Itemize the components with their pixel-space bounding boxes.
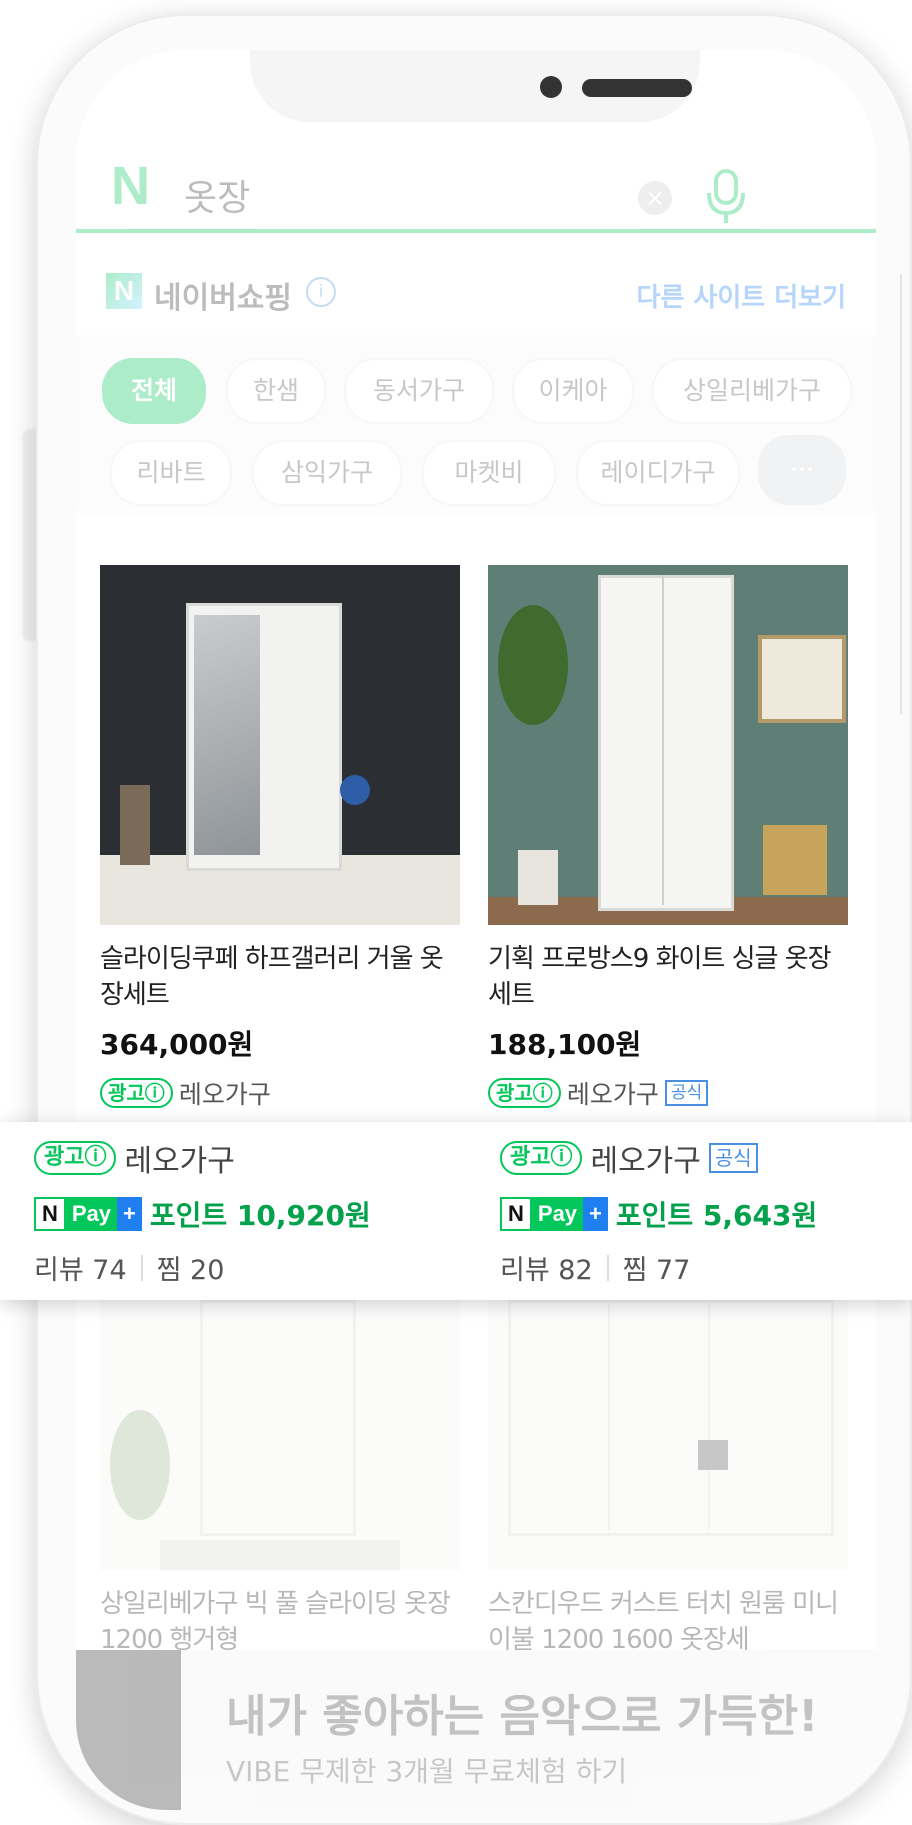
ad-badge[interactable]: 광고ⓘ [500, 1141, 583, 1175]
seller-line: 광고ⓘ 레오가구 공식 [488, 1075, 848, 1111]
product-card[interactable]: 기획 프로방스9 화이트 싱글 옷장세트 188,100원 광고ⓘ 레오가구 공… [488, 565, 848, 1111]
product-card[interactable]: 상일리베가구 빅 풀 슬라이딩 옷장 1200 행거형 [100, 1300, 460, 1658]
clear-icon[interactable]: × [638, 181, 672, 215]
product-image[interactable] [488, 1300, 848, 1570]
product-image[interactable] [488, 565, 848, 925]
official-badge: 공식 [708, 1143, 758, 1173]
seller-name[interactable]: 레오가구 [567, 1075, 659, 1111]
magnified-detail-band: 광고ⓘ 레오가구 N Pay + 포인트 10,920원 리뷰 74 찜 20 광고… [0, 1122, 912, 1300]
speaker-grille [582, 79, 692, 97]
npay-plus-icon: N Pay + [500, 1197, 608, 1231]
points-text: 포인트 5,643원 [615, 1199, 818, 1232]
search-bar[interactable]: N 옷장 × [76, 145, 876, 233]
phone-edge [900, 274, 912, 714]
seller-name[interactable]: 레오가구 [179, 1075, 271, 1111]
seller-name[interactable]: 레오가구 [590, 1136, 700, 1180]
brand-filter-chips: 전체 한샘 동서가구 이케아 상일리베가구 리바트 삼익가구 마켓비 레이디가구… [76, 335, 876, 515]
chip-all[interactable]: 전체 [102, 358, 206, 424]
zzim-count[interactable]: 찜 77 [623, 1248, 691, 1287]
chip-brand[interactable]: 동서가구 [344, 358, 494, 424]
seller-line: 광고ⓘ 레오가구 [100, 1075, 460, 1111]
naver-logo-icon[interactable]: N [111, 155, 150, 217]
microphone-icon[interactable] [706, 169, 746, 225]
bottom-banner-ad[interactable]: 내가 좋아하는 음악으로 가득한! VIBE 무제한 3개월 무료체험 하기 [76, 1650, 876, 1810]
chip-brand[interactable]: 상일리베가구 [652, 358, 852, 424]
chip-brand[interactable]: 한샘 [226, 358, 326, 424]
product-meta: 광고ⓘ 레오가구 공식 N Pay + 포인트 5,643원 리뷰 82 찜 77 [500, 1136, 817, 1287]
naver-shopping-header: N 네이버쇼핑 i 다른 사이트 더보기 [76, 235, 876, 335]
info-icon[interactable]: i [306, 277, 336, 307]
ad-headline[interactable]: 내가 좋아하는 음악으로 가득한! [226, 1680, 818, 1744]
product-meta: 광고ⓘ 레오가구 N Pay + 포인트 10,920원 리뷰 74 찜 20 [34, 1136, 371, 1287]
product-name[interactable]: 상일리베가구 빅 풀 슬라이딩 옷장 1200 행거형 [100, 1586, 460, 1658]
points-text: 포인트 10,920원 [149, 1199, 371, 1232]
review-count[interactable]: 리뷰 82 [500, 1248, 593, 1287]
phone-notch [250, 50, 700, 122]
zzim-count[interactable]: 찜 20 [157, 1248, 225, 1287]
seller-name[interactable]: 레오가구 [124, 1136, 234, 1180]
phone-screen: N 옷장 × N 네이버쇼핑 i 다른 사이트 더보기 전체 한샘 동서가구 이… [76, 50, 876, 1810]
ad-badge[interactable]: 광고ⓘ [34, 1141, 117, 1175]
review-stats: 리뷰 74 찜 20 [34, 1248, 371, 1287]
more-chips-button[interactable]: ··· [758, 435, 846, 505]
more-sites-link[interactable]: 다른 사이트 더보기 [637, 277, 846, 314]
npay-points: N Pay + 포인트 10,920원 [34, 1194, 371, 1234]
npay-plus-icon: N Pay + [34, 1197, 142, 1231]
ad-subtext[interactable]: VIBE 무제한 3개월 무료체험 하기 [226, 1750, 627, 1790]
product-price: 364,000원 [100, 1028, 254, 1061]
chip-brand[interactable]: 마켓비 [422, 440, 556, 506]
review-stats: 리뷰 82 찜 77 [500, 1248, 817, 1287]
product-image[interactable] [100, 565, 460, 925]
product-name[interactable]: 슬라이딩쿠페 하프갤러리 거울 옷장세트 [100, 941, 460, 1013]
naver-shopping-logo-icon: N [106, 273, 142, 309]
review-count[interactable]: 리뷰 74 [34, 1248, 127, 1287]
npay-points: N Pay + 포인트 5,643원 [500, 1194, 817, 1234]
official-badge: 공식 [664, 1080, 709, 1106]
divider [606, 1254, 609, 1281]
chip-brand[interactable]: 이케아 [512, 358, 634, 424]
ad-thumbnail [76, 1650, 181, 1810]
seller-line: 광고ⓘ 레오가구 [34, 1136, 371, 1180]
product-name[interactable]: 스칸디우드 커스트 터치 원룸 미니 이불 1200 1600 옷장세 [488, 1586, 848, 1658]
product-card[interactable]: 슬라이딩쿠페 하프갤러리 거울 옷장세트 364,000원 광고ⓘ 레오가구 [100, 565, 460, 1111]
ad-badge[interactable]: 광고ⓘ [100, 1078, 173, 1108]
ad-badge[interactable]: 광고ⓘ [488, 1078, 561, 1108]
divider [140, 1254, 143, 1281]
chip-brand[interactable]: 리바트 [110, 440, 232, 506]
product-name[interactable]: 기획 프로방스9 화이트 싱글 옷장세트 [488, 941, 848, 1013]
product-image[interactable] [100, 1300, 460, 1570]
product-card[interactable]: 스칸디우드 커스트 터치 원룸 미니 이불 1200 1600 옷장세 [488, 1300, 848, 1658]
chip-brand[interactable]: 삼익가구 [252, 440, 402, 506]
section-title: 네이버쇼핑 [154, 281, 292, 316]
search-input[interactable]: 옷장 [184, 169, 250, 221]
seller-line: 광고ⓘ 레오가구 공식 [500, 1136, 817, 1180]
chip-brand[interactable]: 레이디가구 [576, 440, 740, 506]
product-price: 188,100원 [488, 1028, 642, 1061]
camera-icon [540, 76, 562, 98]
